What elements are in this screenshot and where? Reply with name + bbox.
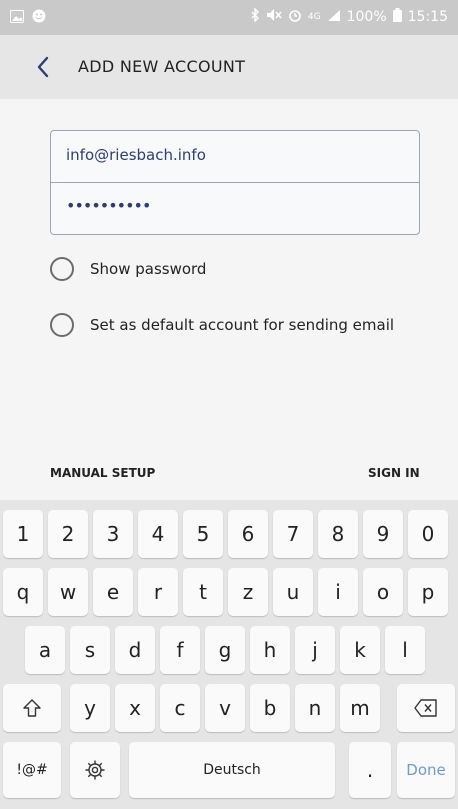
space-key[interactable]: Deutsch	[129, 742, 335, 798]
sign-in-button[interactable]: SIGN IN	[368, 466, 420, 480]
action-bar: MANUAL SETUP SIGN IN	[0, 450, 458, 500]
credentials-box: info@riesbach.info ••••••••••	[50, 130, 420, 235]
shift-key[interactable]	[3, 684, 61, 732]
smile-icon	[32, 8, 46, 23]
key-u[interactable]: u	[273, 568, 313, 616]
app-bar: ADD NEW ACCOUNT	[0, 35, 458, 99]
form-area: info@riesbach.info •••••••••• Show passw…	[0, 99, 458, 500]
email-value: info@riesbach.info	[66, 146, 206, 164]
key-s[interactable]: s	[70, 626, 110, 674]
alarm-icon	[288, 8, 302, 26]
show-password-radio[interactable]	[50, 257, 74, 281]
period-key[interactable]: .	[349, 742, 391, 798]
key-j[interactable]: j	[295, 626, 335, 674]
key-f[interactable]: f	[160, 626, 200, 674]
key-4[interactable]: 4	[138, 510, 178, 558]
key-k[interactable]: k	[340, 626, 380, 674]
key-1[interactable]: 1	[3, 510, 43, 558]
key-v[interactable]: v	[205, 684, 245, 732]
key-z[interactable]: z	[228, 568, 268, 616]
symbols-key[interactable]: !@#	[3, 742, 61, 798]
key-l[interactable]: l	[385, 626, 425, 674]
key-c[interactable]: c	[160, 684, 200, 732]
key-g[interactable]: g	[205, 626, 245, 674]
show-password-option[interactable]: Show password	[50, 257, 206, 281]
key-2[interactable]: 2	[48, 510, 88, 558]
key-q[interactable]: q	[3, 568, 43, 616]
signal-icon	[327, 9, 341, 26]
key-e[interactable]: e	[93, 568, 133, 616]
key-7[interactable]: 7	[273, 510, 313, 558]
key-o[interactable]: o	[363, 568, 403, 616]
key-r[interactable]: r	[138, 568, 178, 616]
manual-setup-button[interactable]: MANUAL SETUP	[50, 466, 155, 480]
default-account-radio[interactable]	[50, 313, 74, 337]
key-d[interactable]: d	[115, 626, 155, 674]
show-password-label: Show password	[90, 260, 207, 278]
key-b[interactable]: b	[250, 684, 290, 732]
keyboard: 1 2 3 4 5 6 7 8 9 0 q w e r t z u i o p …	[0, 500, 458, 809]
backspace-key[interactable]	[397, 684, 455, 732]
key-x[interactable]: x	[115, 684, 155, 732]
bluetooth-icon	[250, 7, 260, 26]
mute-icon	[266, 8, 282, 26]
email-field[interactable]: info@riesbach.info	[51, 131, 419, 182]
password-field[interactable]: ••••••••••	[51, 182, 419, 234]
key-a[interactable]: a	[25, 626, 65, 674]
network-type: 4G	[307, 12, 321, 22]
password-value: ••••••••••	[66, 196, 151, 215]
status-bar: 4G 100% 15:15	[0, 0, 458, 35]
image-icon	[10, 8, 24, 23]
key-y[interactable]: y	[70, 684, 110, 732]
key-p[interactable]: p	[408, 568, 448, 616]
key-0[interactable]: 0	[408, 510, 448, 558]
done-key[interactable]: Done	[397, 742, 455, 798]
battery-icon	[392, 8, 402, 26]
key-i[interactable]: i	[318, 568, 358, 616]
key-t[interactable]: t	[183, 568, 223, 616]
key-6[interactable]: 6	[228, 510, 268, 558]
key-w[interactable]: w	[48, 568, 88, 616]
backspace-icon	[414, 699, 437, 717]
key-m[interactable]: m	[340, 684, 380, 732]
chevron-left-icon	[37, 56, 49, 78]
key-8[interactable]: 8	[318, 510, 358, 558]
default-account-label: Set as default account for sending email	[90, 316, 395, 334]
gear-icon	[85, 760, 105, 780]
key-3[interactable]: 3	[93, 510, 133, 558]
key-h[interactable]: h	[250, 626, 290, 674]
page-title: ADD NEW ACCOUNT	[78, 57, 246, 76]
battery-percent: 100%	[346, 9, 387, 25]
key-n[interactable]: n	[295, 684, 335, 732]
default-account-option[interactable]: Set as default account for sending email	[50, 313, 394, 337]
key-9[interactable]: 9	[363, 510, 403, 558]
key-5[interactable]: 5	[183, 510, 223, 558]
settings-key[interactable]	[70, 742, 120, 798]
back-button[interactable]	[30, 53, 58, 81]
shift-icon	[23, 699, 41, 717]
clock: 15:15	[407, 9, 448, 25]
